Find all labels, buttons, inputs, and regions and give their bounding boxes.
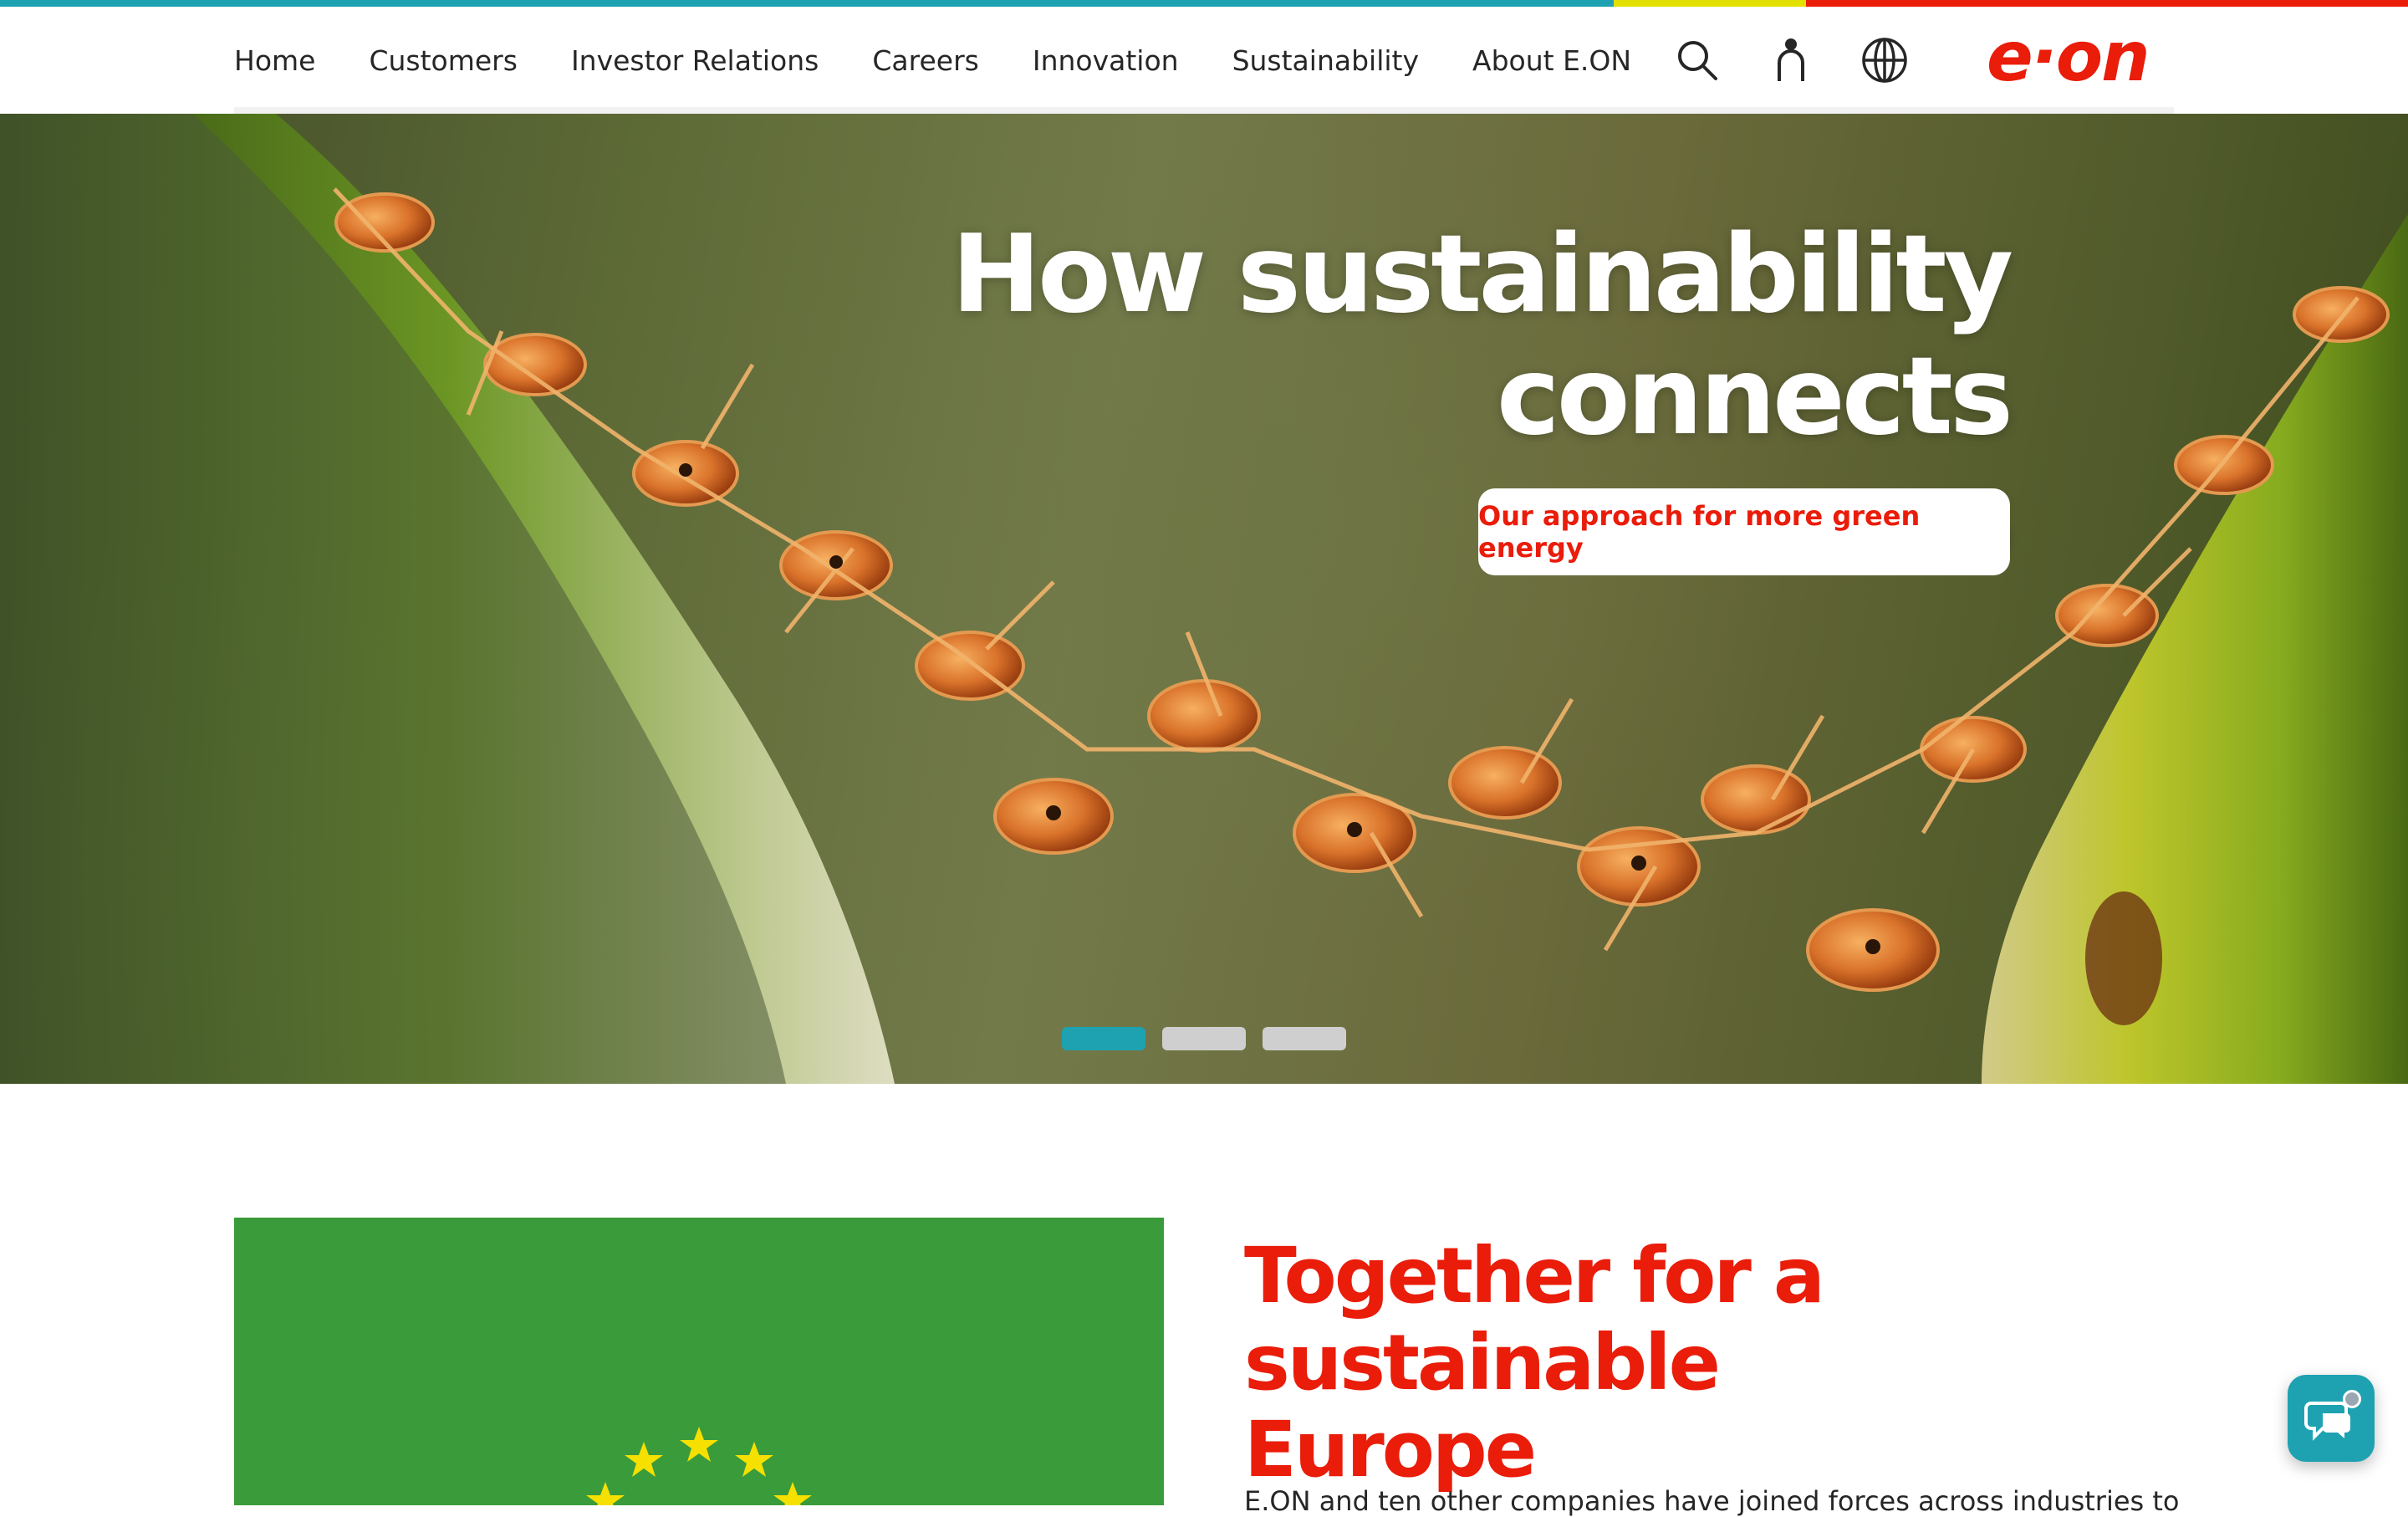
carousel-dot-2[interactable] (1162, 1027, 1246, 1050)
eu-stars-icon (586, 1427, 812, 1505)
carousel-pagination (1062, 1027, 1363, 1050)
feature-title: Together for a sustainable Europe (1244, 1233, 2206, 1494)
feature-body-text: E.ON and ten other companies have joined… (1244, 1485, 2181, 1517)
green-energy-approach-button[interactable]: Our approach for more green energy (1478, 488, 2010, 575)
globe-icon[interactable] (1860, 35, 1910, 85)
hero-title-line-1: How sustainability connects (951, 212, 2013, 459)
hero-banner: How sustainability connects us Our appro… (0, 114, 2408, 1084)
site-header: Home Customers Investor Relations Career… (0, 7, 2408, 114)
eon-logo[interactable]: e·on (1987, 25, 2174, 95)
utility-icons (1672, 7, 1953, 114)
feature-title-line-1: Together for a sustainable (1244, 1231, 1825, 1407)
nav-item-careers[interactable]: Careers (872, 7, 978, 114)
carousel-dot-3[interactable] (1263, 1027, 1346, 1050)
user-icon[interactable] (1766, 35, 1816, 85)
chat-status-dot (2343, 1390, 2361, 1408)
nav-item-about-eon[interactable]: About E.ON (1472, 7, 1631, 114)
nav-item-innovation[interactable]: Innovation (1033, 7, 1179, 114)
nav-item-sustainability[interactable]: Sustainability (1232, 7, 1419, 114)
carousel-dot-1[interactable] (1062, 1027, 1145, 1050)
search-icon[interactable] (1672, 35, 1722, 85)
header-divider (234, 107, 2174, 114)
brand-color-stripe (0, 0, 2408, 7)
nav-item-investor-relations[interactable]: Investor Relations (571, 7, 819, 114)
feature-title-line-2: Europe (1244, 1405, 1537, 1494)
nav-item-home[interactable]: Home (234, 7, 316, 114)
chat-button[interactable] (2288, 1375, 2375, 1462)
eu-flag-image (234, 1218, 1164, 1505)
nav-item-customers[interactable]: Customers (369, 7, 518, 114)
main-navigation: Home Customers Investor Relations Career… (234, 7, 1685, 114)
svg-text:e·on: e·on (1987, 25, 2148, 95)
